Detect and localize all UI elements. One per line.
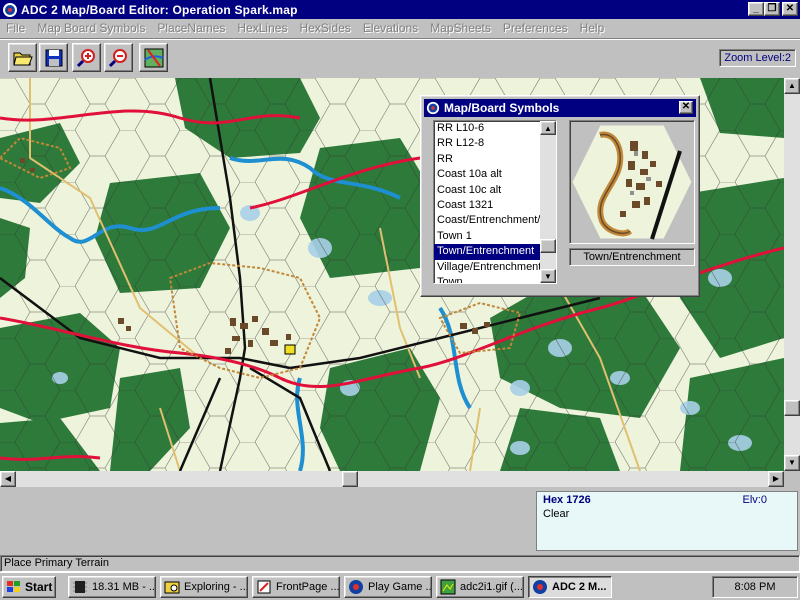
terrain-type: Clear	[543, 508, 570, 520]
menu-file[interactable]: File	[0, 21, 31, 35]
menu-map-board-symbols[interactable]: Map Board Symbols	[31, 21, 151, 35]
status-bar: Place Primary Terrain	[0, 555, 800, 572]
open-icon	[12, 52, 33, 65]
list-item[interactable]: Coast 10c alt	[434, 183, 556, 198]
taskbar: Start 18.31 MB - ... Exploring - ... Fro…	[0, 572, 800, 600]
list-item[interactable]: Coast/Entrenchment/	[434, 213, 556, 228]
menu-help[interactable]: Help	[574, 21, 611, 35]
start-button[interactable]: Start	[2, 576, 56, 598]
selected-hex-marker	[284, 344, 296, 355]
list-item[interactable]: Coast 10a alt	[434, 167, 556, 182]
list-scroll-thumb[interactable]	[540, 239, 556, 253]
symbols-dialog[interactable]: Map/Board Symbols ✕ RR L10-6 RR L12-8 RR…	[420, 95, 700, 297]
preview-label: Town/Entrenchment	[569, 248, 695, 266]
list-item[interactable]: Town 1	[434, 229, 556, 244]
task-label: 18.31 MB - ...	[92, 581, 156, 593]
town-entrenchment-preview-icon	[571, 124, 693, 240]
task-label: ADC 2 M...	[552, 581, 607, 593]
save-button[interactable]	[39, 43, 68, 72]
open-button[interactable]	[8, 43, 37, 72]
list-item[interactable]: Town	[434, 275, 556, 283]
frontpage-icon	[257, 580, 271, 594]
bottom-panel: Hex 1726 Elv:0 Clear	[0, 487, 800, 555]
close-button[interactable]: ✕	[782, 2, 798, 16]
dialog-title: Map/Board Symbols	[444, 101, 560, 115]
menu-hexlines[interactable]: HexLines	[231, 21, 293, 35]
app-icon	[426, 101, 440, 115]
map-view-icon	[143, 48, 163, 67]
list-item[interactable]: RR L12-8	[434, 136, 556, 151]
minimize-button[interactable]: _	[748, 2, 764, 16]
task-exploring[interactable]: Exploring - ...	[160, 576, 248, 598]
adc2-icon	[533, 580, 547, 594]
menu-elevations[interactable]: Elevations	[357, 21, 424, 35]
toolbar: Zoom Level:2	[0, 38, 800, 78]
menu-preferences[interactable]: Preferences	[497, 21, 574, 35]
list-item[interactable]: Coast 1321	[434, 198, 556, 213]
start-label: Start	[25, 580, 53, 594]
horizontal-scrollbar[interactable]: ◀ ▶	[0, 471, 784, 487]
scroll-right-arrow[interactable]: ▶	[768, 471, 784, 487]
zoom-in-button[interactable]	[72, 43, 101, 72]
zoom-in-icon	[76, 48, 95, 67]
horizontal-scroll-thumb[interactable]	[342, 471, 358, 487]
list-item[interactable]: Village/Entrenchment	[434, 260, 556, 275]
task-frontpage[interactable]: FrontPage ...	[252, 576, 340, 598]
zoom-out-button[interactable]	[104, 43, 133, 72]
list-scrollbar[interactable]: ▲ ▼	[540, 121, 556, 283]
app-icon	[3, 2, 17, 17]
scroll-up-arrow[interactable]: ▲	[784, 78, 800, 94]
list-item[interactable]: RR L10-6	[434, 121, 556, 136]
menu-hexsides[interactable]: HexSides	[293, 21, 356, 35]
system-clock: 8:08 PM	[712, 576, 798, 598]
symbol-preview	[569, 120, 695, 244]
elevation-value: Elv:0	[742, 494, 767, 506]
dialog-title-bar[interactable]: Map/Board Symbols ✕	[424, 99, 696, 117]
vertical-scroll-thumb[interactable]	[784, 400, 800, 416]
task-label: Exploring - ...	[184, 581, 248, 593]
save-icon	[45, 49, 62, 66]
image-file-icon	[440, 579, 456, 595]
scroll-left-arrow[interactable]: ◀	[0, 471, 16, 487]
dialog-close-button[interactable]: ✕	[679, 101, 693, 114]
task-label: FrontPage ...	[276, 581, 340, 593]
menu-mapsheets[interactable]: MapSheets	[424, 21, 497, 35]
adc2-icon	[349, 580, 363, 594]
map-view-button[interactable]	[139, 43, 168, 72]
scroll-corner	[784, 471, 800, 487]
hex-info-panel: Hex 1726 Elv:0 Clear	[536, 491, 798, 551]
task-play-game[interactable]: Play Game ...	[344, 576, 432, 598]
menu-bar: File Map Board Symbols PlaceNames HexLin…	[0, 19, 800, 37]
list-scroll-up[interactable]: ▲	[540, 121, 556, 135]
list-scroll-down[interactable]: ▼	[540, 269, 556, 283]
task-adc2-map-editor[interactable]: ADC 2 M...	[528, 576, 612, 598]
windows-logo-icon	[7, 581, 20, 592]
restore-button[interactable]: ❐	[764, 2, 780, 16]
title-bar[interactable]: ADC 2 Map/Board Editor: Operation Spark.…	[0, 0, 800, 19]
status-text: Place Primary Terrain	[4, 557, 109, 569]
list-item[interactable]: RR	[434, 152, 556, 167]
vertical-scrollbar[interactable]: ▲ ▼	[784, 78, 800, 471]
memory-chip-icon	[73, 581, 87, 593]
window-title: ADC 2 Map/Board Editor: Operation Spark.…	[21, 2, 298, 17]
task-label: Play Game ...	[368, 581, 432, 593]
zoom-out-icon	[108, 48, 127, 67]
task-adc2i1-gif[interactable]: adc2i1.gif (...	[436, 576, 524, 598]
menu-placenames[interactable]: PlaceNames	[151, 21, 231, 35]
task-label: adc2i1.gif (...	[460, 581, 523, 593]
task-memory[interactable]: 18.31 MB - ...	[68, 576, 156, 598]
explorer-icon	[164, 581, 180, 594]
symbols-list[interactable]: RR L10-6 RR L12-8 RR Coast 10a alt Coast…	[433, 120, 557, 284]
scroll-down-arrow[interactable]: ▼	[784, 455, 800, 471]
zoom-level-indicator: Zoom Level:2	[719, 49, 796, 67]
list-item-selected[interactable]: Town/Entrenchment	[434, 244, 556, 260]
